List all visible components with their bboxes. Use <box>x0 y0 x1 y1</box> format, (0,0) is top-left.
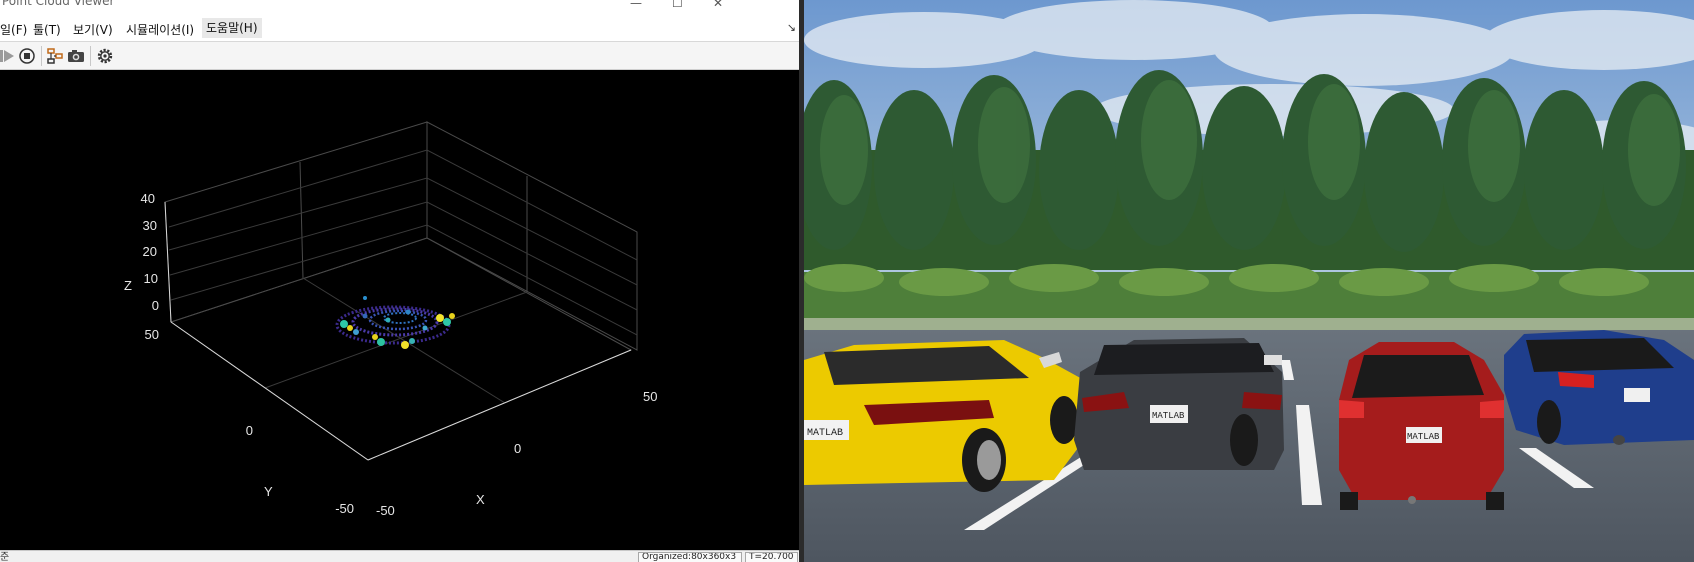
settings-icon[interactable] <box>96 47 114 65</box>
maximize-icon[interactable]: ☐ <box>672 0 683 10</box>
z-tick-10: 10 <box>144 271 158 286</box>
y-axis-label: Y <box>264 484 273 499</box>
point-cloud-plot[interactable]: 40 30 20 10 0 Z 50 0 -50 Y -50 0 50 X <box>0 70 799 550</box>
menu-simulation[interactable]: 시뮬레이션(I) <box>126 21 194 38</box>
z-tick-0: 0 <box>152 298 159 313</box>
yellow-car-plate: MATLAB <box>807 428 843 439</box>
minimize-icon[interactable]: — <box>630 0 642 10</box>
title-bar: Point Cloud Viewer — ☐ ✕ <box>0 0 800 15</box>
window-title: Point Cloud Viewer <box>2 0 115 8</box>
x-tick-50: 50 <box>643 389 657 404</box>
x-tick-0: 0 <box>514 441 521 456</box>
status-time: T=20.700 <box>745 552 798 562</box>
blue-car <box>1504 330 1694 445</box>
toolbar <box>0 42 800 70</box>
z-tick-20: 20 <box>143 244 157 259</box>
y-tick-neg50: -50 <box>335 501 354 516</box>
tree-line <box>804 70 1694 322</box>
yellow-car: MATLAB <box>804 340 1084 492</box>
y-tick-50: 50 <box>145 327 159 342</box>
red-car: MATLAB <box>1339 342 1504 510</box>
stop-icon[interactable] <box>18 47 36 65</box>
toolbar-separator <box>90 46 91 66</box>
y-tick-0: 0 <box>246 423 253 438</box>
toolbar-separator <box>41 46 42 66</box>
play-icon[interactable] <box>0 47 18 65</box>
close-icon[interactable]: ✕ <box>713 0 723 10</box>
z-tick-40: 40 <box>141 191 155 206</box>
camera-icon[interactable] <box>67 47 85 65</box>
axes-3d: 40 30 20 10 0 Z 50 0 -50 Y -50 0 50 X <box>124 121 657 518</box>
menu-view[interactable]: 보기(V) <box>73 21 113 38</box>
menu-bar: 일(F) 툴(T) 보기(V) 시뮬레이션(I) 도움말(H) ↘ <box>0 15 800 42</box>
menu-help[interactable]: 도움말(H) <box>202 18 262 38</box>
z-axis-label: Z <box>124 278 132 293</box>
axes-box <box>164 121 638 461</box>
step-icon[interactable] <box>46 47 64 65</box>
black-car-plate: MATLAB <box>1152 411 1185 421</box>
scene-render: MATLAB MATLAB MATLAB <box>804 0 1694 562</box>
x-tick-neg50: -50 <box>376 503 395 518</box>
status-organized: Organized:80x360x3 <box>638 552 742 562</box>
point-cloud-viewer-window: Point Cloud Viewer — ☐ ✕ 일(F) 툴(T) 보기(V)… <box>0 0 800 562</box>
collapse-icon[interactable]: ↘ <box>787 21 796 34</box>
parking-lot-scene: MATLAB MATLAB MATLAB <box>804 0 1694 562</box>
black-car: MATLAB <box>1074 338 1284 470</box>
x-axis-label: X <box>476 492 485 507</box>
red-car-plate: MATLAB <box>1407 432 1440 442</box>
point-cloud <box>335 296 455 349</box>
menu-tools[interactable]: 툴(T) <box>33 21 61 38</box>
status-left-text: 준 <box>0 552 10 562</box>
z-tick-30: 30 <box>143 218 157 233</box>
status-bar: 준 Organized:80x360x3 T=20.700 <box>0 550 800 562</box>
menu-file[interactable]: 일(F) <box>0 21 27 38</box>
